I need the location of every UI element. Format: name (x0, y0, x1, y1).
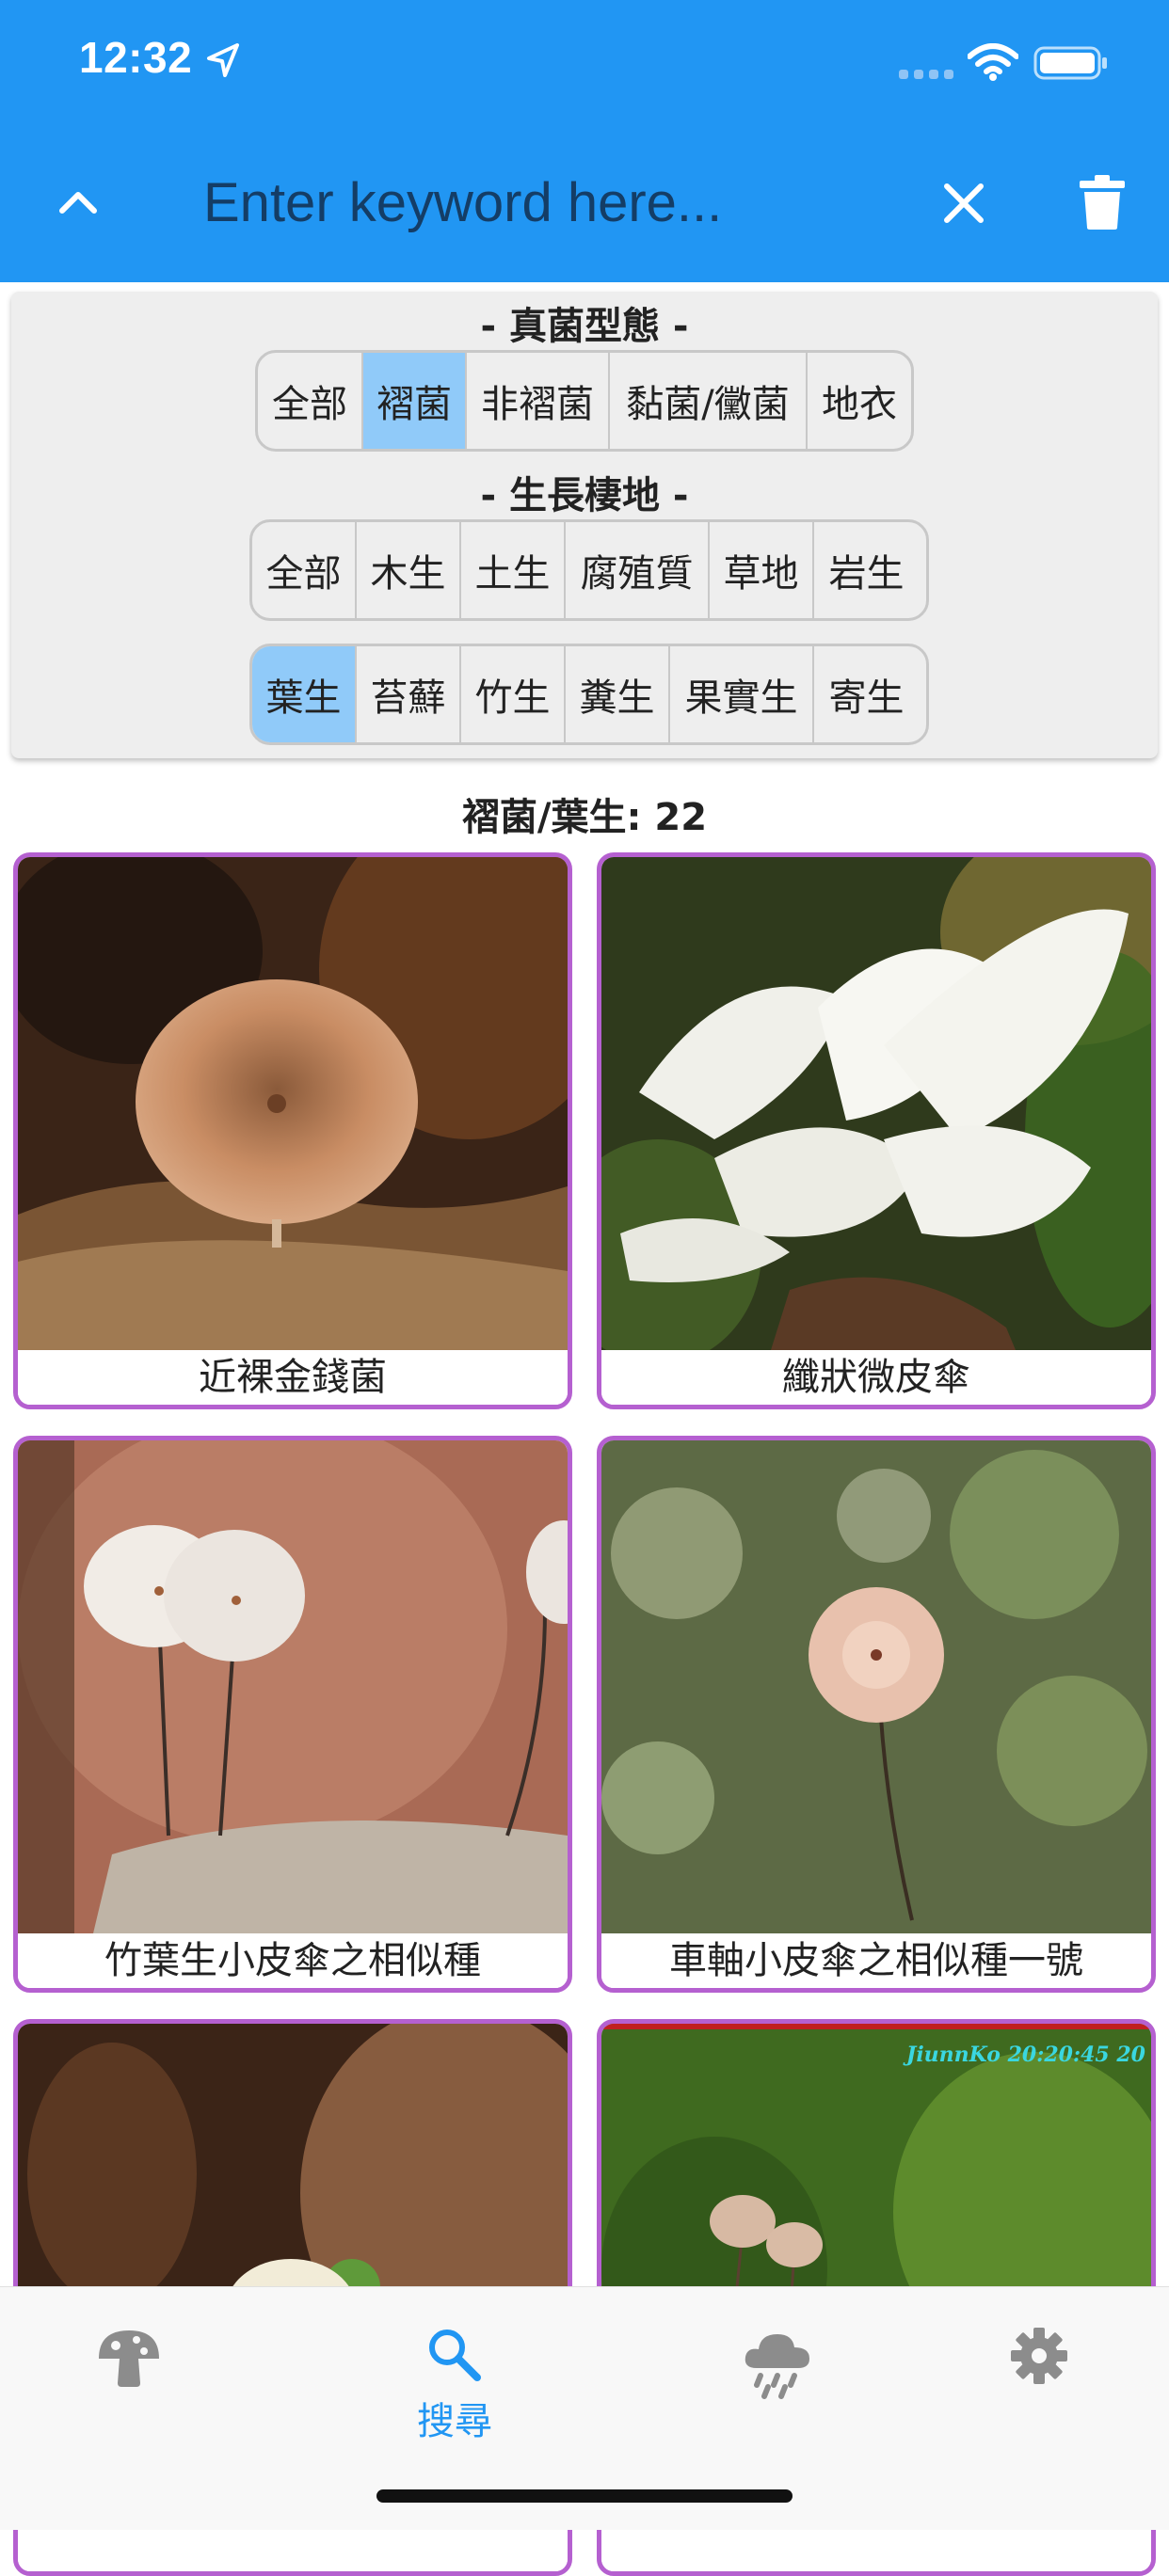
shape-option-lichen[interactable]: 地衣 (808, 353, 911, 449)
mushroom-icon (99, 2330, 159, 2387)
shape-option-gilled[interactable]: 褶菌 (363, 353, 467, 449)
species-card[interactable]: 竹葉生小皮傘之相似種 (13, 1436, 572, 1993)
habitat-option-moss[interactable]: 苔蘚 (357, 646, 461, 742)
tab-search[interactable]: 搜尋 (379, 2325, 530, 2445)
wifi-icon (968, 43, 1018, 81)
species-name: 車軸小皮傘之相似種一號 (601, 1933, 1151, 1988)
rain-cloud-icon (745, 2334, 809, 2399)
cellular-signal-icon (899, 70, 953, 79)
tab-weather[interactable] (702, 2325, 853, 2406)
species-name: 竹葉生小皮傘之相似種 (18, 1933, 568, 1988)
species-card[interactable]: 車軸小皮傘之相似種一號 (597, 1436, 1156, 1993)
shape-option-non-gilled[interactable]: 非褶菌 (467, 353, 610, 449)
habitat-option-dung[interactable]: 糞生 (566, 646, 670, 742)
shape-section-title: - 真菌型態 - (480, 305, 689, 348)
species-name: 近裸金錢菌 (18, 1350, 568, 1405)
species-card[interactable]: 近裸金錢菌 (13, 852, 572, 1409)
trash-icon[interactable] (1076, 173, 1129, 231)
habitat-option-humus[interactable]: 腐殖質 (566, 522, 710, 618)
result-count-label: 褶菌/葉生: 22 (461, 796, 708, 839)
search-input[interactable] (188, 160, 830, 245)
tab-mushrooms[interactable] (54, 2325, 204, 2398)
filter-panel: - 真菌型態 - 全部 褶菌 非褶菌 黏菌/黴菌 地衣 - 生長棲地 - 全部 … (11, 292, 1158, 758)
habitat-option-fruit[interactable]: 果實生 (670, 646, 814, 742)
battery-icon (1033, 46, 1107, 80)
habitat-option-soil[interactable]: 土生 (461, 522, 566, 618)
habitat-option-parasitic[interactable]: 寄生 (814, 646, 919, 742)
habitat-option-rock[interactable]: 岩生 (814, 522, 919, 618)
species-card[interactable]: 纖狀微皮傘 (597, 852, 1156, 1409)
app-bar: 12:32 (0, 0, 1169, 282)
tab-label: 搜尋 (417, 2400, 492, 2443)
location-arrow-icon (207, 43, 239, 77)
status-time: 12:32 (79, 33, 193, 82)
habitat-section-title: - 生長棲地 - (480, 474, 689, 517)
habitat-option-wood[interactable]: 木生 (357, 522, 461, 618)
tab-settings[interactable] (964, 2325, 1114, 2393)
chevron-up-icon[interactable] (55, 179, 102, 226)
gear-icon (1011, 2328, 1067, 2384)
close-icon[interactable] (937, 177, 990, 230)
search-icon (429, 2330, 481, 2381)
species-name: 纖狀微皮傘 (601, 1350, 1151, 1405)
species-photo (18, 1440, 568, 1933)
habitat-option-leaf[interactable]: 葉生 (252, 646, 357, 742)
shape-option-slime-mold[interactable]: 黏菌/黴菌 (610, 353, 808, 449)
habitat-segmented-control-row2: 葉生 苔蘚 竹生 糞生 果實生 寄生 (249, 644, 929, 745)
habitat-option-grass[interactable]: 草地 (710, 522, 814, 618)
species-photo (601, 857, 1151, 1350)
home-indicator (376, 2489, 793, 2503)
species-photo (18, 857, 568, 1350)
habitat-segmented-control-row1: 全部 木生 土生 腐殖質 草地 岩生 (249, 519, 929, 621)
photo-watermark: JiunnKo 20:20:45 20 (903, 2043, 1146, 2067)
species-photo (601, 1440, 1151, 1933)
shape-segmented-control: 全部 褶菌 非褶菌 黏菌/黴菌 地衣 (255, 350, 914, 452)
habitat-option-all[interactable]: 全部 (252, 522, 357, 618)
habitat-option-bamboo[interactable]: 竹生 (461, 646, 566, 742)
shape-option-all[interactable]: 全部 (258, 353, 363, 449)
